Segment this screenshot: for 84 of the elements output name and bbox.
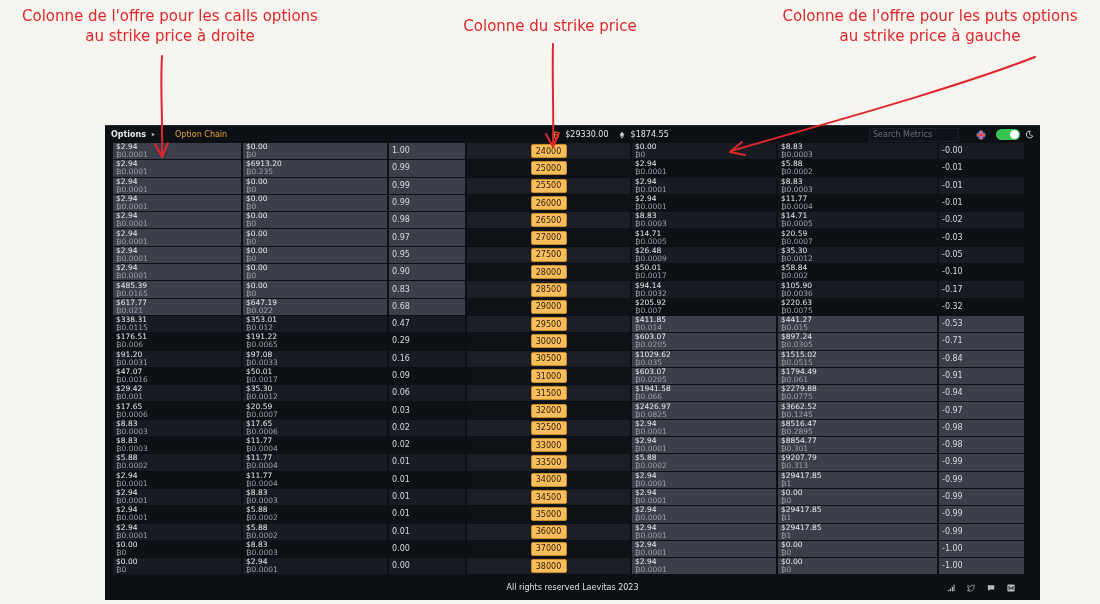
table-cell: 0.47 [389, 315, 465, 333]
table-cell: 0.99 [389, 194, 465, 212]
search-field[interactable]: Search Metrics [869, 127, 959, 142]
table-cell: -1.00 [939, 540, 1024, 558]
table-cell: 0.83 [389, 281, 465, 298]
table-cell: -0.00 [939, 143, 1024, 160]
table-cell: -0.01 [939, 177, 1024, 194]
strike-button[interactable]: 32000 [530, 403, 567, 418]
annotation-text: Colonne du strike price [463, 16, 637, 36]
table-cell: -0.71 [939, 333, 1024, 350]
table-cell: -0.97 [939, 402, 1024, 419]
signal-icon[interactable] [947, 583, 955, 592]
table-cell: 0.99 [389, 160, 465, 177]
table-cell: -0.99 [939, 506, 1024, 523]
table-cell: 0.68 [389, 298, 465, 315]
strike-button[interactable]: 28000 [530, 265, 567, 280]
table-cell: 0.98 [389, 212, 465, 229]
strike-button[interactable]: 27000 [530, 230, 567, 245]
table-cell: 0.16 [389, 350, 465, 367]
table-cell: 0.02 [389, 419, 465, 437]
table-cell: -1.00 [939, 558, 1024, 575]
annotation-text: Colonne de l'offre pour les calls options [22, 6, 318, 26]
table-cell: -0.91 [939, 367, 1024, 385]
chat-icon[interactable] [987, 583, 995, 592]
annotation-text: Colonne de l'offre pour les puts options [782, 6, 1078, 26]
strike-button[interactable]: 31500 [530, 386, 567, 401]
table-cell: 1.00 [389, 143, 465, 160]
eth-price: $1874.55 [630, 130, 669, 139]
strike-button[interactable]: 27500 [530, 247, 567, 262]
copyright-text: All rights reserved Laevitas 2023 [506, 583, 639, 593]
strike-button[interactable]: 26000 [530, 196, 567, 211]
table-cell: -0.98 [939, 437, 1024, 454]
strike-button[interactable]: 32500 [530, 420, 567, 435]
annotation-text: au strike price à gauche [839, 26, 1021, 46]
strike-button[interactable]: 24000 [530, 144, 567, 159]
table-cell: -0.17 [939, 281, 1024, 298]
table-cell: 0.01 [389, 454, 465, 471]
table-cell: 0.01 [389, 488, 465, 506]
table-cell: -0.02 [939, 212, 1024, 229]
strike-button[interactable]: 33500 [530, 455, 567, 470]
table-cell: -0.99 [939, 471, 1024, 488]
table-cell: 0.00 [389, 558, 465, 575]
table-cell: -0.84 [939, 350, 1024, 367]
theme-toggle[interactable] [996, 129, 1020, 140]
breadcrumb-arrow-icon [151, 132, 157, 137]
annotation-text: au strike price à droite [85, 26, 255, 46]
strike-button[interactable]: 30000 [530, 334, 567, 349]
page-title: Options [111, 130, 147, 139]
strike-button[interactable]: 25000 [530, 161, 567, 176]
strike-button[interactable]: 37000 [530, 541, 567, 556]
table-cell: 0.97 [389, 229, 465, 246]
strike-button[interactable]: 28500 [530, 282, 567, 297]
strike-button[interactable]: 29000 [530, 299, 567, 314]
table-cell: -0.98 [939, 419, 1024, 437]
table-cell: -0.53 [939, 315, 1024, 333]
table-cell: 0.99 [389, 177, 465, 194]
strike-button[interactable]: 30500 [530, 351, 567, 366]
strike-button[interactable]: 35000 [530, 507, 567, 522]
table-cell: 0.01 [389, 523, 465, 540]
table-cell: -0.94 [939, 385, 1024, 402]
strike-button[interactable]: 25500 [530, 178, 567, 193]
strike-button[interactable]: 36000 [530, 524, 567, 539]
strike-button[interactable]: 31000 [530, 369, 567, 383]
strike-button[interactable]: 34000 [530, 472, 567, 487]
strike-button[interactable]: 38000 [530, 559, 567, 574]
ethereum-icon [617, 130, 626, 139]
strike-button[interactable]: 33000 [530, 438, 567, 453]
table-cell: 0.90 [389, 264, 465, 281]
btc-price: $29330.00 [565, 130, 609, 139]
table-cell: 0.95 [389, 246, 465, 264]
strike-button[interactable]: 26500 [530, 213, 567, 228]
breadcrumb-link[interactable]: Option Chain [175, 130, 228, 139]
table-cell: -0.99 [939, 523, 1024, 540]
strike-button[interactable]: 29500 [530, 317, 567, 332]
flag-icon[interactable] [976, 129, 986, 140]
table-cell: 0.06 [389, 385, 465, 402]
bird-icon[interactable] [967, 583, 975, 592]
table-cell: -0.99 [939, 454, 1024, 471]
moon-icon[interactable] [1025, 130, 1034, 139]
bitcoin-icon [552, 130, 561, 139]
table-cell: -0.99 [939, 488, 1024, 506]
medium-icon[interactable] [1007, 583, 1015, 592]
strike-button[interactable]: 34500 [530, 490, 567, 505]
table-cell: -0.05 [939, 246, 1024, 264]
